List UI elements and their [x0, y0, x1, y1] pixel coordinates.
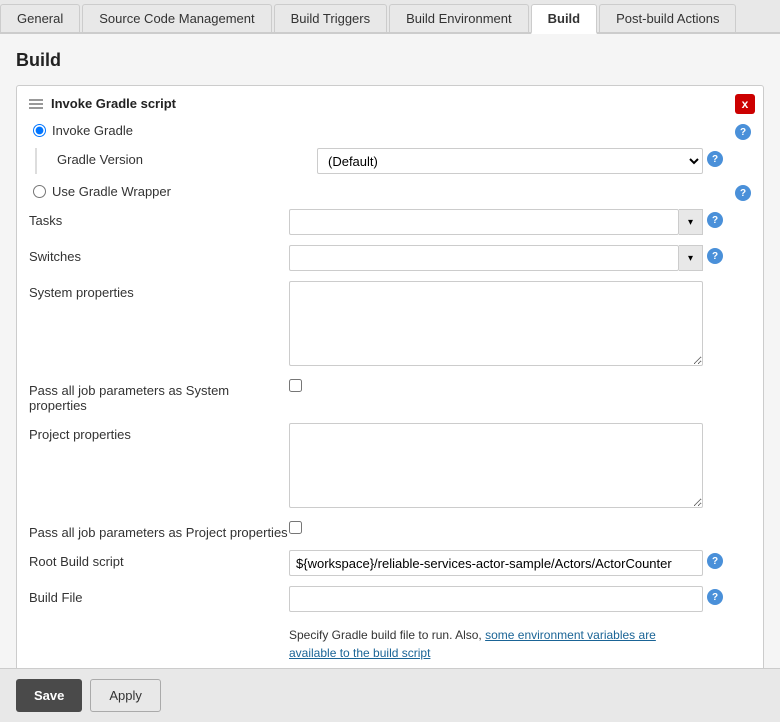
- root-build-script-row: Root Build script ?: [29, 550, 727, 576]
- invoke-gradle-label: Invoke Gradle: [52, 123, 133, 138]
- build-file-row: Build File ?: [29, 586, 727, 612]
- switches-row: Switches ▾ ?: [29, 245, 727, 271]
- pass-project-props-help: [703, 521, 727, 524]
- pass-system-props-row: Pass all job parameters as System proper…: [29, 379, 727, 413]
- apply-button[interactable]: Apply: [90, 679, 161, 712]
- pass-project-props-label: Pass all job parameters as Project prope…: [29, 521, 289, 540]
- gradle-version-select[interactable]: (Default): [317, 148, 703, 174]
- system-props-row: System properties: [29, 281, 727, 369]
- switches-input-group: ▾: [289, 245, 703, 271]
- build-file-input[interactable]: [289, 586, 703, 612]
- project-props-textarea[interactable]: [289, 423, 703, 508]
- section-title: Invoke Gradle script: [51, 96, 176, 111]
- gradle-version-help[interactable]: ?: [703, 148, 727, 167]
- section-header: Invoke Gradle script x: [29, 96, 727, 111]
- page-title: Build: [16, 50, 764, 71]
- root-build-script-label: Root Build script: [29, 550, 289, 569]
- system-props-label: System properties: [29, 281, 289, 300]
- pass-project-props-control: [289, 521, 703, 534]
- pass-project-props-checkbox[interactable]: [289, 521, 302, 534]
- tasks-input-group: ▾: [289, 209, 703, 235]
- gradle-version-label: Gradle Version: [57, 148, 317, 167]
- tasks-input[interactable]: [289, 209, 679, 235]
- root-build-script-input[interactable]: [289, 550, 703, 576]
- project-props-control: [289, 423, 703, 511]
- build-file-label: Build File: [29, 586, 289, 605]
- save-button[interactable]: Save: [16, 679, 82, 712]
- bottom-bar: Save Apply: [0, 668, 780, 722]
- build-file-help[interactable]: ?: [703, 586, 727, 605]
- invoke-gradle-help[interactable]: ?: [731, 121, 755, 140]
- tab-build-environment[interactable]: Build Environment: [389, 4, 529, 32]
- pass-system-props-checkbox-row: [289, 379, 703, 392]
- tasks-dropdown-btn[interactable]: ▾: [679, 209, 703, 235]
- info-help: [703, 622, 727, 625]
- help-icon-2[interactable]: ?: [707, 151, 723, 167]
- system-props-textarea[interactable]: [289, 281, 703, 366]
- gradle-version-row: Gradle Version (Default) ?: [57, 148, 727, 174]
- pass-system-props-checkbox[interactable]: [289, 379, 302, 392]
- help-icon-4[interactable]: ?: [707, 212, 723, 228]
- project-props-row: Project properties: [29, 423, 727, 511]
- project-props-help: [703, 423, 727, 426]
- switches-label: Switches: [29, 245, 289, 264]
- system-props-help: [703, 281, 727, 284]
- tab-build-triggers[interactable]: Build Triggers: [274, 4, 387, 32]
- drag-handle[interactable]: [29, 99, 43, 109]
- build-file-control: [289, 586, 703, 612]
- gradle-version-indent: Gradle Version (Default) ?: [35, 148, 727, 174]
- switches-help[interactable]: ?: [703, 245, 727, 264]
- info-text-row: Specify Gradle build file to run. Also, …: [29, 622, 727, 662]
- help-icon-5[interactable]: ?: [707, 248, 723, 264]
- gradle-version-control: (Default): [317, 148, 703, 174]
- tab-general[interactable]: General: [0, 4, 80, 32]
- info-text-static: Specify Gradle build file to run. Also,: [289, 628, 485, 642]
- pass-system-props-label: Pass all job parameters as System proper…: [29, 379, 289, 413]
- tasks-help[interactable]: ?: [703, 209, 727, 228]
- switches-dropdown-btn[interactable]: ▾: [679, 245, 703, 271]
- tasks-row: Tasks ▾ ?: [29, 209, 727, 235]
- info-text: Specify Gradle build file to run. Also, …: [289, 626, 703, 662]
- switches-input[interactable]: [289, 245, 679, 271]
- project-props-label: Project properties: [29, 423, 289, 442]
- help-icon-3[interactable]: ?: [735, 185, 751, 201]
- invoke-gradle-option: Invoke Gradle ?: [29, 123, 727, 138]
- invoke-gradle-section: Invoke Gradle script x Invoke Gradle ? G…: [16, 85, 764, 720]
- help-icon-7[interactable]: ?: [707, 589, 723, 605]
- tab-source-code[interactable]: Source Code Management: [82, 4, 271, 32]
- system-props-control: [289, 281, 703, 369]
- tasks-control: ▾: [289, 209, 703, 235]
- help-icon[interactable]: ?: [735, 124, 751, 140]
- use-wrapper-help[interactable]: ?: [731, 182, 755, 201]
- page-content: Build Invoke Gradle script x Invoke Grad…: [0, 34, 780, 720]
- tasks-label: Tasks: [29, 209, 289, 228]
- use-wrapper-radio[interactable]: [33, 185, 46, 198]
- close-section-button[interactable]: x: [735, 94, 755, 114]
- info-text-control: Specify Gradle build file to run. Also, …: [289, 622, 703, 662]
- switches-control: ▾: [289, 245, 703, 271]
- help-icon-6[interactable]: ?: [707, 553, 723, 569]
- root-build-script-help[interactable]: ?: [703, 550, 727, 569]
- pass-project-props-row: Pass all job parameters as Project prope…: [29, 521, 727, 540]
- info-text-spacer: [29, 622, 289, 626]
- use-wrapper-label: Use Gradle Wrapper: [52, 184, 171, 199]
- tab-post-build[interactable]: Post-build Actions: [599, 4, 736, 32]
- use-wrapper-option: Use Gradle Wrapper ?: [29, 184, 727, 199]
- pass-system-props-control: [289, 379, 703, 392]
- tab-build[interactable]: Build: [531, 4, 598, 34]
- pass-project-props-checkbox-row: [289, 521, 703, 534]
- invoke-gradle-radio[interactable]: [33, 124, 46, 137]
- root-build-script-control: [289, 550, 703, 576]
- pass-system-props-help: [703, 379, 727, 382]
- tab-bar: General Source Code Management Build Tri…: [0, 0, 780, 34]
